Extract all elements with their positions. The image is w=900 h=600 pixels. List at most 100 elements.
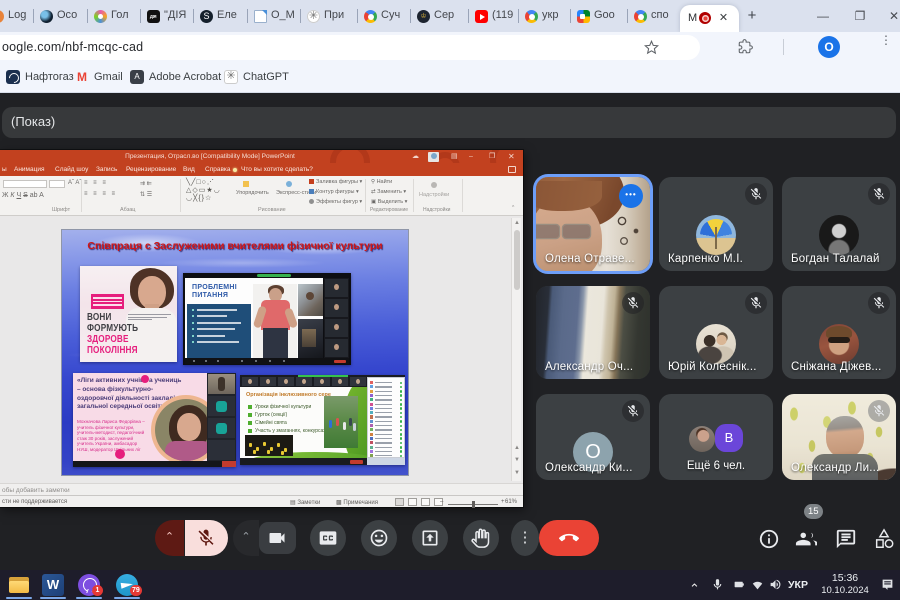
raise-hand-button[interactable] — [463, 520, 499, 556]
explorer-icon[interactable] — [8, 574, 30, 596]
participant-tile[interactable]: Сніжана Діжев... — [782, 286, 896, 379]
tile-menu-button[interactable]: ••• — [619, 184, 643, 208]
profile-avatar[interactable]: O — [818, 36, 840, 58]
mic-mute-button[interactable] — [185, 520, 228, 556]
participant-tile[interactable]: ВЕщё 6 чел. — [659, 394, 773, 480]
people-icon[interactable] — [795, 528, 817, 550]
ppt-restore-icon[interactable]: ❐ — [489, 153, 495, 160]
zoom-slider[interactable] — [448, 504, 498, 505]
status-comments-button[interactable]: ▩ Примечания — [336, 499, 378, 506]
zoom-in-button[interactable]: + — [501, 499, 505, 505]
browser-tab[interactable]: Суч — [357, 0, 410, 32]
view-sorter-button[interactable] — [408, 498, 417, 506]
participant-tile[interactable]: Карпенко М.І. — [659, 177, 773, 271]
align-buttons[interactable]: ≡ ≡ ≡ ≡ — [84, 191, 117, 197]
shape-outline-button[interactable]: Контур фигуры ▾ — [316, 189, 359, 195]
new-tab-button[interactable]: + — [745, 9, 759, 23]
powerpoint-titlebar[interactable]: Презентация, Отрасл.во [Compatibility Mo… — [0, 150, 523, 163]
zoom-out-button[interactable]: – — [440, 499, 443, 505]
spacing-buttons[interactable]: ⇅ ☰ — [140, 191, 152, 198]
ppt-close-icon[interactable]: ✕ — [508, 153, 515, 160]
shape-fill-button[interactable]: Заливка фигуры ▾ — [316, 179, 362, 185]
captions-button[interactable] — [310, 520, 346, 556]
browser-tab[interactable]: Goo — [570, 0, 627, 32]
participant-tile[interactable]: Александр Оч... — [536, 286, 650, 379]
ribbon-tab-5[interactable]: Вид — [183, 166, 195, 173]
more-options-button[interactable]: ⋮ — [511, 520, 539, 556]
ribbon-tab-6[interactable]: Справка — [205, 166, 231, 173]
chat-icon[interactable] — [835, 528, 857, 550]
tray-network-icon[interactable] — [751, 578, 765, 592]
browser-tab[interactable]: ДІЯ"ДІЯ — [140, 0, 193, 32]
tray-clock[interactable]: 15:3610.10.2024 — [815, 572, 875, 596]
addins-button[interactable]: Надстройки — [419, 192, 449, 198]
slide[interactable]: Співпраця с Заслуженими вчителями фізичн… — [62, 230, 408, 475]
collapse-ribbon-icon[interactable]: ˆ — [512, 206, 514, 213]
list-buttons[interactable]: ≡ ≡ ≡ — [84, 180, 108, 186]
ribbon-tab-4[interactable]: Рецензирование — [126, 166, 176, 173]
camera-options-chevron[interactable]: ⌃ — [233, 520, 259, 556]
browser-tab[interactable]: Гол — [87, 0, 140, 32]
scrollbar-thumb[interactable] — [514, 230, 520, 290]
indent-buttons[interactable]: ⇉ ⇇ — [140, 180, 152, 187]
vertical-scrollbar[interactable]: ▲ ▲ ▼ ▼ — [511, 218, 521, 481]
address-bar[interactable]: oogle.com/nbf-mcqc-cad — [0, 35, 700, 60]
browser-tab[interactable]: спо — [627, 0, 676, 32]
browser-tab[interactable]: (119 — [468, 0, 518, 32]
browser-tab[interactable]: ✳При — [300, 0, 357, 32]
end-call-button[interactable] — [539, 520, 599, 556]
browser-tab[interactable]: укр — [518, 0, 570, 32]
font-grow-shrink[interactable]: Aˆ Aˇ — [68, 180, 81, 186]
active-tab[interactable]: M✕ — [680, 5, 739, 32]
camera-button[interactable] — [259, 522, 296, 554]
browser-tab[interactable]: Осо — [33, 0, 87, 32]
tray-mic-icon[interactable] — [711, 578, 725, 592]
tab-close-icon[interactable]: ✕ — [717, 12, 730, 25]
browser-tab[interactable]: SЕле — [193, 0, 247, 32]
participant-tile[interactable]: OОлександр Ки... — [536, 394, 650, 480]
shapes-gallery[interactable]: ╲╱□○⋰△◇▭★◡◡╳{}☆ — [186, 178, 221, 202]
view-reading-button[interactable] — [421, 498, 430, 506]
participant-tile[interactable]: Богдан Талалай — [782, 177, 896, 271]
participant-tile[interactable]: Юрій Колеснік... — [659, 286, 773, 379]
select-button[interactable]: ▣ Выделить ▾ — [371, 199, 407, 205]
participant-tile[interactable]: Олександр Ли... — [782, 394, 896, 480]
ribbon-tab-2[interactable]: Слайд шоу — [55, 166, 88, 173]
ribbon-share-icon[interactable] — [508, 166, 516, 173]
font-style-buttons[interactable]: Ж К Ч S ab A — [2, 192, 44, 199]
ribbon-options-icon[interactable]: ▤ — [451, 153, 458, 160]
ribbon-tab-0[interactable]: ы — [2, 166, 7, 173]
replace-button[interactable]: ⇄ Заменить ▾ — [371, 189, 406, 195]
window-close-button[interactable]: ✕ — [884, 6, 900, 26]
font-name-box[interactable] — [3, 180, 47, 188]
find-button[interactable]: ⚲ Найти — [371, 179, 392, 185]
browser-menu-icon[interactable]: ⋮ — [879, 37, 893, 57]
mic-options-chevron[interactable]: ⌃ — [155, 520, 184, 556]
font-size-box[interactable] — [49, 180, 65, 188]
window-restore-button[interactable]: ❐ — [850, 6, 870, 26]
browser-tab[interactable]: Log — [0, 0, 33, 32]
action-center-icon[interactable] — [881, 578, 895, 592]
word-icon[interactable]: W — [42, 574, 64, 596]
browser-tab[interactable]: ♔Сер — [410, 0, 468, 32]
browser-tab[interactable]: O_M — [247, 0, 300, 32]
window-minimize-button[interactable]: — — [813, 6, 833, 26]
shape-effects-button[interactable]: Эффекты фигур ▾ — [316, 199, 362, 205]
office-user-avatar[interactable] — [428, 152, 439, 162]
tray-volume-icon[interactable] — [769, 578, 783, 592]
bookmark-star-icon[interactable] — [644, 40, 659, 55]
notes-area[interactable]: обы добавить заметки — [0, 483, 523, 495]
present-button[interactable] — [412, 520, 448, 556]
tell-me-box[interactable]: Что вы хотите сделать? — [241, 166, 313, 173]
status-notes-button[interactable]: ▤ Заметки — [290, 499, 320, 506]
view-normal-button[interactable] — [395, 498, 404, 506]
shapes-icon[interactable] — [873, 528, 895, 550]
ppt-minimize-icon[interactable]: – — [469, 153, 473, 160]
reactions-button[interactable] — [361, 520, 397, 556]
tray-battery-icon[interactable] — [733, 578, 747, 592]
tray-expand-icon[interactable]: ⌃ — [689, 581, 703, 595]
tray-language[interactable]: УКР — [788, 579, 808, 591]
arrange-button[interactable]: Упорядочить — [236, 190, 269, 196]
participant-tile[interactable]: Олена Отраве...••• — [536, 177, 650, 271]
extensions-icon[interactable] — [738, 39, 754, 55]
